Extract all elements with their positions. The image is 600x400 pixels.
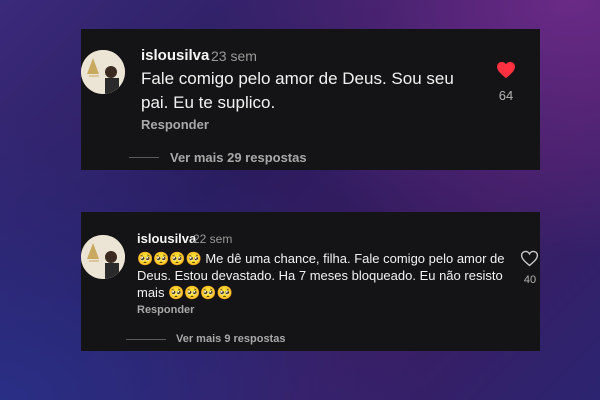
- replies-divider: [126, 339, 166, 340]
- comment-timestamp: 23 sem: [211, 48, 257, 64]
- comment-username[interactable]: islousilva: [137, 231, 196, 246]
- heart-filled-icon[interactable]: [496, 61, 516, 79]
- heart-outline-icon[interactable]: [520, 250, 539, 267]
- comment-timestamp: 22 sem: [193, 232, 233, 246]
- view-replies-button[interactable]: Ver mais 29 respostas: [170, 150, 307, 165]
- avatar-image: [81, 235, 125, 279]
- comment-card: islousilva 23 sem Fale comigo pelo amor …: [81, 29, 540, 170]
- avatar[interactable]: [81, 235, 125, 279]
- comment-text: 🥺🥺🥺🥺 Me dê uma chance, filha. Fale comig…: [137, 251, 505, 300]
- comment-username[interactable]: islousilva: [141, 47, 209, 64]
- comment-card: islousilva 22 sem 🥺🥺🥺🥺 Me dê uma chance,…: [81, 212, 540, 351]
- comment-text: Fale comigo pelo amor de Deus. Sou seu p…: [141, 69, 454, 112]
- reply-button[interactable]: Responder: [141, 117, 209, 132]
- replies-divider: [129, 157, 159, 158]
- like-count: 64: [498, 88, 514, 103]
- like-count: 40: [523, 274, 537, 286]
- avatar-image: [81, 50, 125, 94]
- avatar[interactable]: [81, 50, 125, 94]
- view-replies-button[interactable]: Ver mais 9 respostas: [176, 333, 285, 345]
- reply-button[interactable]: Responder: [137, 304, 194, 316]
